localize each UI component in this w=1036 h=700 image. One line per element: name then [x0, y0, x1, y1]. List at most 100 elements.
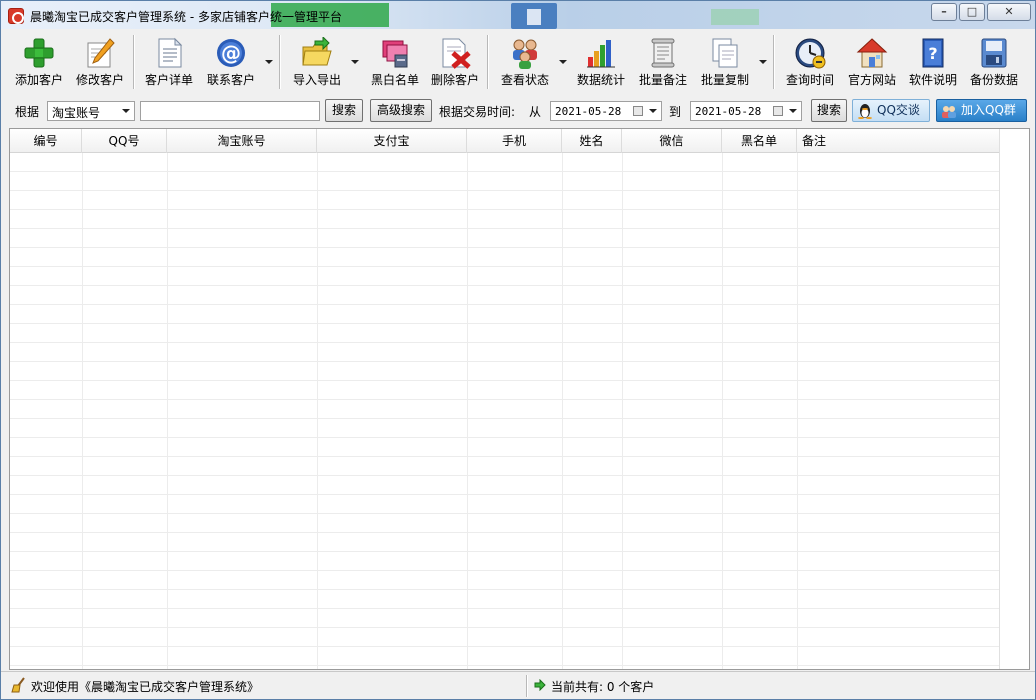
toolbar-separator: [133, 35, 135, 89]
maximize-icon: □: [966, 5, 978, 18]
qq-penguin-icon: [858, 104, 872, 119]
join-qq-group-button[interactable]: 加入QQ群: [936, 99, 1027, 122]
close-icon: ✕: [1004, 5, 1014, 18]
main-window: 晨曦淘宝已成交客户管理系统 - 多家店铺客户统一管理平台 – □ ✕ 添加客户: [0, 0, 1036, 700]
customer-count: 当前共有: 0 个客户: [551, 680, 655, 694]
list-icon: [382, 40, 408, 68]
add-customer-button[interactable]: 添加客户: [9, 33, 69, 91]
table-header: 编号 QQ号 淘宝账号 支付宝 手机 姓名 微信 黑名单 备注: [10, 129, 1000, 153]
column-divider: [562, 153, 563, 669]
at-icon: @: [217, 39, 245, 67]
close-button[interactable]: ✕: [987, 3, 1031, 21]
table-body[interactable]: [10, 153, 1000, 669]
home-icon: [856, 38, 888, 68]
title-bar-decoration: [711, 9, 759, 25]
batch-copy-button[interactable]: 批量复制: [695, 33, 755, 91]
column-header-qq[interactable]: QQ号: [82, 129, 167, 153]
column-divider: [622, 153, 623, 669]
view-status-button[interactable]: 查看状态: [495, 33, 555, 91]
search-by-label: 根据: [15, 105, 40, 119]
column-header-remark[interactable]: 备注: [797, 129, 1000, 153]
chevron-down-icon: [789, 109, 797, 113]
chevron-down-icon: [122, 109, 130, 113]
contact-customer-button[interactable]: @ 联系客户: [201, 33, 261, 91]
chevron-down-icon: [649, 109, 657, 113]
column-header-phone[interactable]: 手机: [467, 129, 562, 153]
date-filter-label: 根据交易时间:: [439, 105, 516, 119]
view-status-dropdown-arrow[interactable]: [559, 60, 567, 66]
date-from-picker[interactable]: 2021-05-28: [550, 101, 662, 121]
join-qq-group-label: 加入QQ群: [961, 103, 1016, 117]
software-help-button[interactable]: ? 软件说明: [903, 33, 963, 91]
qq-chat-button[interactable]: QQ交谈: [852, 99, 930, 122]
date-from-value: 2021-05-28: [555, 105, 622, 118]
delete-customer-button[interactable]: 删除客户: [425, 33, 485, 91]
maximize-button[interactable]: □: [959, 3, 985, 21]
date-search-button[interactable]: 搜索: [811, 99, 847, 122]
column-divider: [82, 153, 83, 669]
window-title: 晨曦淘宝已成交客户管理系统 - 多家店铺客户统一管理平台: [30, 10, 342, 24]
column-header-blacklist[interactable]: 黑名单: [722, 129, 797, 153]
date-to-picker[interactable]: 2021-05-28: [690, 101, 802, 121]
toolbar-separator: [773, 35, 775, 89]
date-to-value: 2021-05-28: [695, 105, 762, 118]
add-user-icon: [24, 38, 54, 68]
statistics-button[interactable]: 数据统计: [571, 33, 631, 91]
column-header-id[interactable]: 编号: [10, 129, 82, 153]
window-controls: – □ ✕: [931, 3, 1031, 21]
status-bar: 欢迎使用《晨曦淘宝已成交客户管理系统》 当前共有: 0 个客户: [1, 671, 1035, 699]
edit-icon: [87, 38, 115, 68]
search-bar: 根据 淘宝账号 搜索 高级搜索 根据交易时间: 从 2021-05-28 到 2…: [9, 97, 1031, 123]
help-book-icon: ?: [922, 38, 944, 68]
table-scroll-area: [999, 129, 1029, 669]
advanced-search-button[interactable]: 高级搜索: [370, 99, 432, 122]
column-divider: [317, 153, 318, 669]
minimize-icon: –: [941, 5, 947, 18]
minimize-button[interactable]: –: [931, 3, 957, 21]
backup-data-button[interactable]: 备份数据: [963, 33, 1025, 91]
scroll-icon: [651, 38, 675, 68]
copy-icon: [712, 38, 738, 68]
document-icon: [158, 37, 183, 68]
batch-remark-button[interactable]: 批量备注: [633, 33, 693, 91]
column-header-alipay[interactable]: 支付宝: [317, 129, 467, 153]
import-export-button[interactable]: 导入导出: [287, 33, 347, 91]
svg-text:@: @: [221, 41, 241, 65]
toolbar-separator: [487, 35, 489, 89]
edit-customer-button[interactable]: 修改客户: [69, 33, 131, 91]
column-divider: [722, 153, 723, 669]
save-disk-icon: [981, 38, 1007, 68]
contact-dropdown-arrow[interactable]: [265, 60, 273, 66]
blacklist-button[interactable]: 黑白名单: [365, 33, 425, 91]
customer-detail-button[interactable]: 客户详单: [139, 33, 199, 91]
title-bar-decoration: [511, 3, 557, 29]
customer-table[interactable]: 编号 QQ号 淘宝账号 支付宝 手机 姓名 微信 黑名单 备注: [9, 128, 1030, 670]
broom-icon: [11, 677, 25, 693]
column-divider: [167, 153, 168, 669]
users-status-icon: [513, 39, 537, 69]
search-button[interactable]: 搜索: [325, 99, 363, 122]
import-export-dropdown-arrow[interactable]: [351, 60, 359, 66]
search-input[interactable]: [140, 101, 320, 121]
column-header-wechat[interactable]: 微信: [622, 129, 722, 153]
qq-chat-label: QQ交谈: [877, 103, 920, 117]
column-header-taobao-account[interactable]: 淘宝账号: [167, 129, 317, 153]
status-separator: [526, 675, 528, 697]
folder-icon: [302, 37, 332, 66]
toolbar: 添加客户 修改客户 客户详单 @ 联系客户 导入导出 黑白名单 删除客户 查看状…: [9, 33, 1031, 91]
toolbar-separator: [279, 35, 281, 89]
search-field-select[interactable]: 淘宝账号: [47, 101, 135, 121]
date-to-label: 到: [669, 105, 682, 119]
svg-text:?: ?: [928, 44, 937, 63]
bar-chart-icon: [587, 40, 615, 68]
column-header-name[interactable]: 姓名: [562, 129, 622, 153]
query-time-button[interactable]: 查询时间: [779, 33, 841, 91]
batch-copy-dropdown-arrow[interactable]: [759, 60, 767, 66]
delete-icon: [442, 38, 471, 69]
app-logo-icon: [8, 8, 24, 24]
column-divider: [797, 153, 798, 669]
official-website-button[interactable]: 官方网站: [841, 33, 903, 91]
welcome-message: 欢迎使用《晨曦淘宝已成交客户管理系统》: [31, 680, 260, 694]
title-bar[interactable]: 晨曦淘宝已成交客户管理系统 - 多家店铺客户统一管理平台 – □ ✕: [1, 1, 1035, 29]
calendar-icon: [633, 106, 643, 116]
